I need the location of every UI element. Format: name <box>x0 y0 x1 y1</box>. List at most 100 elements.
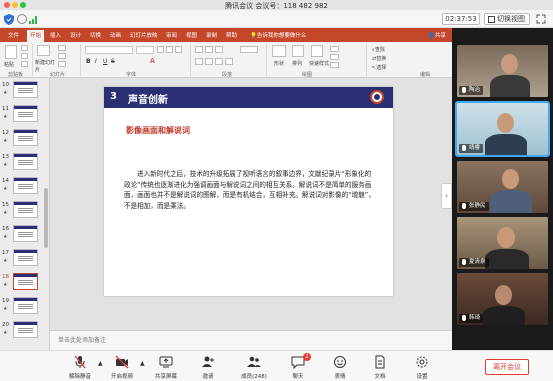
find-button[interactable]: ⌕查找 <box>372 46 385 53</box>
justify-icon[interactable] <box>225 58 233 65</box>
tab-animations[interactable]: 动画 <box>110 31 121 39</box>
reset-icon[interactable] <box>58 53 66 59</box>
slide-thumbnail[interactable]: 11 ★ <box>0 104 46 124</box>
format-painter-icon[interactable] <box>21 61 28 67</box>
slide-thumbnail[interactable]: 15 ★ <box>0 200 46 220</box>
quick-styles-icon[interactable] <box>311 45 323 57</box>
participant-tile-speaking[interactable]: 靖睿 <box>455 101 550 157</box>
arrange-icon[interactable] <box>292 45 304 57</box>
tab-view[interactable]: 视图 <box>186 31 197 39</box>
unmute-button[interactable]: 解除静音 <box>60 353 100 380</box>
mic-icon <box>462 87 466 93</box>
slide-thumbnail[interactable]: 12 ★ <box>0 128 46 148</box>
participant-tile[interactable]: 韩琦 <box>457 273 548 325</box>
shapes-icon[interactable] <box>272 45 286 57</box>
slide-thumbnail[interactable]: 14 ★ <box>0 176 46 196</box>
thumbnail-image <box>13 105 38 122</box>
layout-icon[interactable] <box>58 45 66 51</box>
font-name-select[interactable] <box>85 46 133 54</box>
paste-icon[interactable] <box>5 45 17 59</box>
participant-video-list: 陶治 靖睿 张静民 夏清泉 韩琦 <box>452 28 553 350</box>
slide-thumbnail[interactable]: 10 ★ <box>0 80 46 100</box>
participant-name: 夏清泉 <box>469 259 486 265</box>
speaker-notes-pane[interactable]: 单击此处添加备注 <box>50 330 452 350</box>
shape-effects-icon[interactable] <box>330 62 339 68</box>
slide-thumbnail[interactable]: 16 ★ <box>0 224 46 244</box>
tab-home[interactable]: 开始 <box>27 30 45 42</box>
clear-format-icon[interactable] <box>175 46 182 53</box>
slide-thumbnail[interactable]: 19 ★ <box>0 296 46 316</box>
copy-icon[interactable] <box>21 53 28 59</box>
participant-tile[interactable]: 夏清泉 <box>457 217 548 269</box>
switch-view-button[interactable]: 切换视图 <box>484 13 530 25</box>
numbering-icon[interactable] <box>205 46 213 53</box>
decrease-font-icon[interactable] <box>166 46 173 53</box>
video-options-caret-icon[interactable]: ▲ <box>140 360 145 367</box>
align-right-icon[interactable] <box>215 58 223 65</box>
chat-button[interactable]: 2 聊天 <box>278 353 318 380</box>
tab-review[interactable]: 审阅 <box>166 31 177 39</box>
slide-thumbnail-selected[interactable]: 18 ★ <box>0 272 46 292</box>
info-icon[interactable] <box>17 14 27 24</box>
new-slide-icon[interactable] <box>37 45 50 56</box>
documents-button[interactable]: 文档 <box>360 353 400 380</box>
tab-insert[interactable]: 插入 <box>50 31 61 39</box>
participant-tile[interactable]: 张静民 <box>457 161 548 213</box>
tab-file[interactable]: 文件 <box>8 31 19 39</box>
tab-help[interactable]: 帮助 <box>226 31 237 39</box>
tab-slideshow[interactable]: 幻灯片放映 <box>130 31 158 39</box>
text-direction-icon[interactable] <box>240 46 258 53</box>
underline-icon[interactable]: U <box>103 58 107 65</box>
participant-tile[interactable]: 陶治 <box>457 45 548 97</box>
tab-design[interactable]: 设计 <box>70 31 81 39</box>
members-button[interactable]: 成员(248) <box>234 353 274 380</box>
italic-icon[interactable]: I <box>95 58 97 65</box>
font-size-select[interactable] <box>136 46 154 54</box>
start-video-button[interactable]: 开启视频 <box>102 353 142 380</box>
arrange-label: 排列 <box>292 61 303 67</box>
tell-me-label: 告诉我你想要做什么 <box>256 33 307 39</box>
notes-placeholder: 单击此处添加备注 <box>58 337 107 344</box>
thumbnail-image <box>13 81 38 98</box>
replace-button[interactable]: ⇄替换 <box>372 55 386 62</box>
select-button[interactable]: ↖选择 <box>372 64 386 71</box>
share-button[interactable]: 👤共享 <box>428 31 446 39</box>
collapse-members-button[interactable]: › <box>441 183 452 209</box>
slide-thumbnail[interactable]: 20 ★ <box>0 320 46 340</box>
strikethrough-icon[interactable]: S <box>111 58 115 65</box>
align-center-icon[interactable] <box>205 58 213 65</box>
section-icon[interactable] <box>58 61 66 67</box>
tab-transitions[interactable]: 切换 <box>90 31 101 39</box>
share-screen-button[interactable]: 共享屏幕 <box>146 353 186 380</box>
reactions-button[interactable]: 表情 <box>320 353 360 380</box>
align-left-icon[interactable] <box>195 58 203 65</box>
thumbnail-image <box>13 129 38 146</box>
star-icon: ★ <box>3 186 8 192</box>
group-editing: 编辑 <box>420 72 431 78</box>
thumbnail-scrollbar[interactable] <box>44 188 48 248</box>
slide-thumbnail[interactable]: 17 ★ <box>0 248 46 268</box>
font-color-icon[interactable]: A <box>150 57 155 65</box>
invite-button[interactable]: 邀请 <box>188 353 228 380</box>
shield-icon[interactable] <box>4 14 14 25</box>
bold-icon[interactable]: B <box>86 58 91 65</box>
leave-meeting-button[interactable]: 离开会议 <box>485 359 529 375</box>
shape-fill-icon[interactable] <box>330 46 339 52</box>
slide-thumbnail[interactable]: 13 ★ <box>0 152 46 172</box>
signal-icon <box>29 16 37 24</box>
ribbon-divider <box>266 44 267 76</box>
tab-record[interactable]: 录制 <box>206 31 217 39</box>
fullscreen-icon[interactable] <box>536 14 546 24</box>
settings-button[interactable]: 设置 <box>402 353 442 380</box>
star-icon: ★ <box>3 258 8 264</box>
cut-icon[interactable] <box>21 45 28 51</box>
current-slide[interactable]: 3 声音创新 影像画面和解说词 进入新时代之后，技术的升级拓展了视听语言的叙事边… <box>104 87 393 296</box>
slide-title: 声音创新 <box>128 95 168 106</box>
tell-me-box[interactable]: 💡告诉我你想要做什么 <box>250 31 306 39</box>
bullets-icon[interactable] <box>195 46 203 53</box>
shape-outline-icon[interactable] <box>330 54 339 60</box>
mic-icon <box>462 259 466 265</box>
indent-icon[interactable] <box>215 46 223 53</box>
participant-body <box>485 249 529 269</box>
increase-font-icon[interactable] <box>157 46 164 53</box>
